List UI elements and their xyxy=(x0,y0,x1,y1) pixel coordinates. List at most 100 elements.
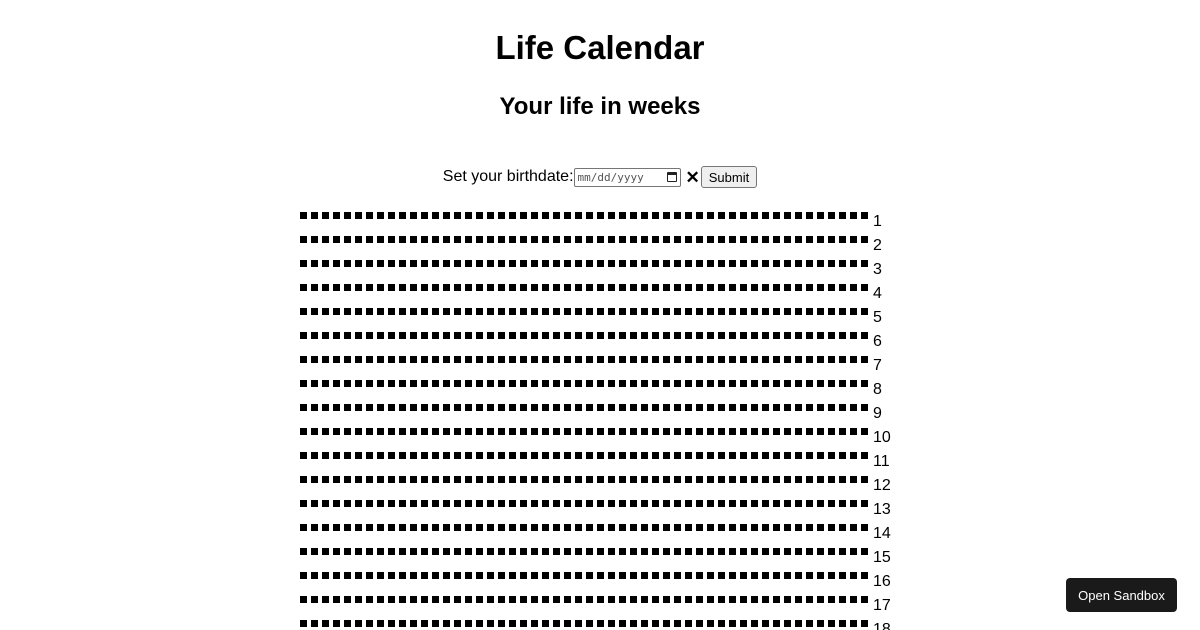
week-cell xyxy=(652,380,659,387)
week-cell xyxy=(388,236,395,243)
week-cell xyxy=(509,404,516,411)
week-cell xyxy=(575,620,582,627)
submit-button[interactable]: Submit xyxy=(700,166,758,188)
week-cell xyxy=(663,524,670,531)
week-cell xyxy=(388,500,395,507)
week-cell xyxy=(498,404,505,411)
week-cell xyxy=(388,284,395,291)
week-cell xyxy=(718,572,725,579)
week-cell xyxy=(861,548,868,555)
week-cell xyxy=(454,620,461,627)
week-row-cells xyxy=(300,236,872,244)
week-cell xyxy=(817,236,824,243)
week-cell xyxy=(806,236,813,243)
week-cell xyxy=(586,572,593,579)
week-cell xyxy=(432,620,439,627)
week-cell xyxy=(410,212,417,219)
week-cell xyxy=(663,308,670,315)
week-cell xyxy=(377,428,384,435)
week-cell xyxy=(300,620,307,627)
week-cell xyxy=(850,212,857,219)
week-cell xyxy=(322,356,329,363)
age-label: 3 xyxy=(873,261,882,278)
week-cell xyxy=(465,452,472,459)
week-cell xyxy=(740,332,747,339)
week-cell xyxy=(619,308,626,315)
week-cell xyxy=(740,380,747,387)
week-cell xyxy=(806,284,813,291)
week-cell xyxy=(553,236,560,243)
week-cell xyxy=(322,212,329,219)
week-cell xyxy=(344,212,351,219)
week-cell xyxy=(432,572,439,579)
week-cell xyxy=(663,452,670,459)
open-sandbox-button[interactable]: Open Sandbox xyxy=(1066,578,1177,612)
week-cell xyxy=(487,572,494,579)
week-cell xyxy=(465,596,472,603)
week-cell xyxy=(674,476,681,483)
week-cell xyxy=(487,380,494,387)
week-cell xyxy=(729,428,736,435)
week-cell xyxy=(465,548,472,555)
week-cell xyxy=(311,356,318,363)
week-cell xyxy=(630,572,637,579)
week-cell xyxy=(509,500,516,507)
week-cell xyxy=(586,452,593,459)
week-cell xyxy=(366,524,373,531)
week-cell xyxy=(619,476,626,483)
week-cell xyxy=(608,428,615,435)
week-cell xyxy=(696,620,703,627)
week-cell xyxy=(377,212,384,219)
week-cell xyxy=(630,236,637,243)
week-cell xyxy=(476,452,483,459)
week-cell xyxy=(861,332,868,339)
week-cell xyxy=(421,380,428,387)
week-cell xyxy=(410,356,417,363)
calendar-icon[interactable] xyxy=(666,172,677,182)
week-cell xyxy=(399,452,406,459)
week-cell xyxy=(322,524,329,531)
week-cell xyxy=(553,356,560,363)
week-cell xyxy=(333,620,340,627)
week-cell xyxy=(586,356,593,363)
week-cell xyxy=(729,236,736,243)
week-cell xyxy=(817,452,824,459)
week-cell xyxy=(608,596,615,603)
clear-icon[interactable]: ✕ xyxy=(686,169,700,186)
birthdate-input[interactable]: mm/dd/yyyy xyxy=(573,167,681,187)
week-cell xyxy=(784,332,791,339)
age-label: 10 xyxy=(873,429,891,446)
age-label: 4 xyxy=(873,285,882,302)
week-cell xyxy=(806,428,813,435)
week-cell xyxy=(718,260,725,267)
week-cell xyxy=(454,260,461,267)
week-cell xyxy=(784,596,791,603)
week-cell xyxy=(608,476,615,483)
week-cell xyxy=(817,212,824,219)
week-cell xyxy=(322,548,329,555)
week-cell xyxy=(839,212,846,219)
week-cell xyxy=(465,212,472,219)
week-cell xyxy=(806,524,813,531)
week-cell xyxy=(575,404,582,411)
week-cell xyxy=(520,404,527,411)
week-cell xyxy=(773,476,780,483)
week-cell xyxy=(652,620,659,627)
week-cell xyxy=(850,308,857,315)
week-cell xyxy=(498,596,505,603)
week-cell xyxy=(740,404,747,411)
week-cell xyxy=(300,500,307,507)
week-cell xyxy=(696,236,703,243)
week-cell xyxy=(861,428,868,435)
week-cell xyxy=(685,620,692,627)
week-cell xyxy=(817,476,824,483)
week-cell xyxy=(718,380,725,387)
week-cell xyxy=(685,284,692,291)
week-cell xyxy=(619,404,626,411)
week-cell xyxy=(443,332,450,339)
week-cell xyxy=(498,380,505,387)
week-cell xyxy=(344,380,351,387)
week-cell xyxy=(828,236,835,243)
week-cell xyxy=(597,476,604,483)
week-cell xyxy=(333,236,340,243)
